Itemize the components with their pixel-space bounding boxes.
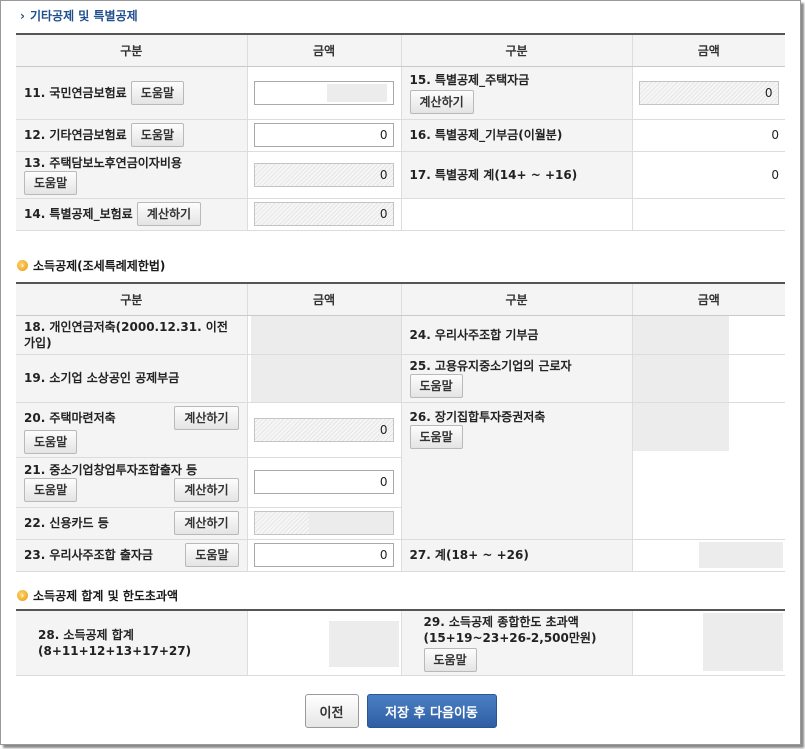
amount-cell-12: 0 — [246, 119, 401, 152]
row-label-18: 18. 개인연금저축(2000.12.31. 이전 가입) — [16, 315, 247, 355]
row-label-21: 21. 중소기업창업투자조합출자 등 도움말 계산하기 — [16, 457, 247, 508]
bullet-icon: › — [17, 260, 28, 271]
other-deduction-table: 구분 금액 구분 금액 11. 국민연금보험료 도움말 15. 특별공제_주택자… — [16, 33, 785, 231]
amount-cell-11 — [246, 66, 401, 120]
help-button[interactable]: 도움말 — [423, 648, 477, 672]
row-label-28: 28. 소득공제 합계(8+11+12+13+17+27) — [16, 610, 247, 676]
prev-button[interactable]: 이전 — [304, 694, 359, 728]
row-label-29: 29. 소득공제 종합한도 초과액(15+19~23+26-2,500만원) 도… — [400, 610, 632, 676]
save-next-button[interactable]: 저장 후 다음이동 — [366, 694, 497, 728]
masked-value — [632, 402, 729, 451]
chevron-right-icon: › — [20, 8, 25, 23]
calc-button[interactable]: 계산하기 — [174, 511, 239, 535]
amount-cell-20: 0 — [246, 402, 401, 458]
amount-cell-25 — [631, 354, 785, 403]
col-header-amount: 금액 — [631, 34, 785, 67]
amount-cell-28 — [246, 610, 401, 676]
amount-cell-22 — [246, 507, 401, 540]
masked-value — [250, 315, 401, 354]
amount-cell-19 — [246, 354, 401, 403]
masked-value — [328, 621, 399, 667]
row-label-27: 27. 계(18+ ~ +26) — [400, 539, 632, 572]
calc-button[interactable]: 계산하기 — [174, 405, 239, 430]
col-header-category: 구분 — [16, 34, 247, 67]
amount-cell-23: 0 — [246, 539, 401, 572]
amount-input-12[interactable]: 0 — [253, 123, 394, 147]
masked-value — [326, 83, 387, 102]
amount-input-21[interactable]: 0 — [253, 470, 394, 494]
amount-cell-18 — [246, 315, 401, 355]
amount-cell-24 — [631, 315, 785, 355]
masked-value — [308, 512, 393, 534]
col-header-amount: 금액 — [246, 283, 401, 316]
amount-cell-21: 0 — [246, 457, 401, 508]
row-label-25: 25. 고용유지중소기업의 근로자 도움말 — [400, 354, 632, 403]
help-button[interactable]: 도움말 — [130, 80, 185, 105]
amount-cell-13: 0 — [246, 151, 401, 199]
amount-input-11[interactable] — [253, 80, 394, 105]
col-header-category: 구분 — [16, 283, 247, 316]
row-label-15: 15. 특별공제_주택자금 계산하기 — [400, 66, 632, 120]
row-label-17: 17. 특별공제 계(14+ ~ +16) — [400, 151, 632, 199]
amount-cell-29 — [631, 610, 785, 676]
amount-value-16: 0 — [631, 119, 785, 152]
amount-input-14: 0 — [253, 202, 394, 226]
calc-button[interactable]: 계산하기 — [136, 202, 202, 226]
row-label-26: 26. 장기집합투자증권저축 도움말 — [400, 402, 632, 540]
row-label-23: 23. 우리사주조합 출자금 도움말 — [16, 539, 247, 572]
empty-cell — [400, 198, 632, 231]
amount-value-17: 0 — [631, 151, 785, 199]
amount-cell-26 — [631, 402, 785, 540]
row-label-11: 11. 국민연금보험료 도움말 — [16, 66, 247, 120]
col-header-category: 구분 — [400, 34, 632, 67]
col-header-amount: 금액 — [246, 34, 401, 67]
amount-cell-27 — [631, 539, 785, 572]
empty-cell — [631, 198, 785, 231]
row-label-16: 16. 특별공제_기부금(이월분) — [400, 119, 632, 152]
amount-cell-14: 0 — [246, 198, 401, 231]
calc-button[interactable]: 계산하기 — [174, 478, 239, 502]
help-button[interactable]: 도움말 — [24, 478, 78, 502]
row-label-14: 14. 특별공제_보험료 계산하기 — [16, 198, 247, 231]
row-label-20: 20. 주택마련저축 계산하기 도움말 — [16, 402, 247, 458]
help-button[interactable]: 도움말 — [24, 170, 78, 195]
amount-input-13: 0 — [253, 162, 394, 187]
help-button[interactable]: 도움말 — [130, 123, 185, 147]
amount-input-20: 0 — [253, 417, 394, 442]
amount-input-15: 0 — [638, 80, 779, 105]
bottom-actions: 이전 저장 후 다음이동 — [0, 694, 801, 728]
help-button[interactable]: 도움말 — [185, 543, 239, 567]
section-title-total: › 소득공제 합계 및 한도초과액 — [17, 587, 178, 604]
help-button[interactable]: 도움말 — [409, 374, 463, 398]
masked-value — [699, 541, 783, 568]
row-label-19: 19. 소기업 소상공인 공제부금 — [16, 354, 247, 403]
section-title-other: › 기타공제 및 특별공제 — [20, 8, 138, 24]
calc-button[interactable]: 계산하기 — [409, 89, 474, 114]
col-header-category: 구분 — [400, 283, 632, 316]
section-title-income: › 소득공제(조세특례제한법) — [17, 257, 165, 274]
row-label-12: 12. 기타연금보험료 도움말 — [16, 119, 247, 152]
row-label-13: 13. 주택담보노후연금이자비용 도움말 — [16, 151, 247, 199]
amount-input-23[interactable]: 0 — [253, 543, 394, 567]
amount-input-22 — [253, 511, 394, 535]
masked-value — [250, 354, 401, 402]
masked-value — [703, 613, 783, 671]
row-label-22: 22. 신용카드 등 계산하기 — [16, 507, 247, 540]
bullet-icon: › — [17, 590, 28, 601]
row-label-24: 24. 우리사주조합 기부금 — [400, 315, 632, 355]
masked-value — [632, 315, 729, 354]
income-deduction-table: 구분 금액 구분 금액 18. 개인연금저축(2000.12.31. 이전 가입… — [16, 282, 785, 572]
col-header-amount: 금액 — [631, 283, 785, 316]
help-button[interactable]: 도움말 — [24, 429, 78, 454]
total-deduction-table: 28. 소득공제 합계(8+11+12+13+17+27) 29. 소득공제 종… — [16, 609, 785, 676]
amount-cell-15: 0 — [631, 66, 785, 120]
masked-value — [632, 354, 729, 402]
help-button[interactable]: 도움말 — [409, 424, 463, 449]
